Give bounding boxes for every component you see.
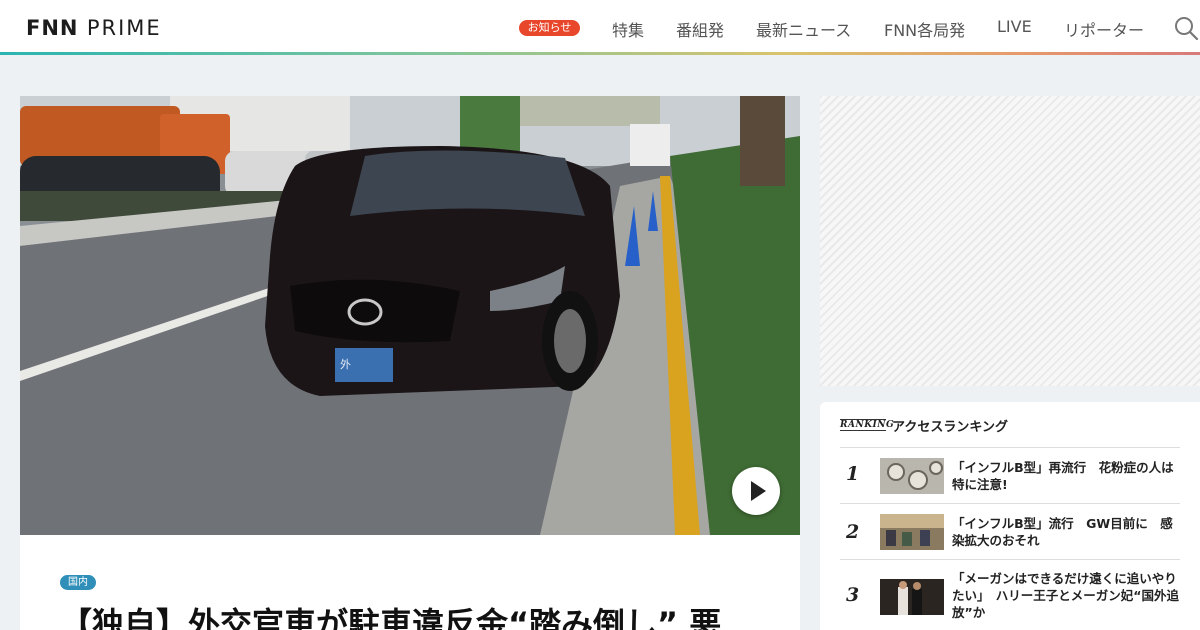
ranking-item[interactable]: 1 「インフルB型」再流行 花粉症の人は特に注意! [840,447,1180,503]
hero-video[interactable]: 外 [20,96,800,535]
ranking-item[interactable]: 3 「メーガンはできるだけ遠くに追いやりたい」 ハリー王子とメーガン妃“国外追放… [840,559,1180,630]
plate-text: 外 [340,358,351,371]
nav-item-bangumi[interactable]: 番組発 [676,17,724,41]
nav-item-latest-news[interactable]: 最新ニュース [756,17,851,41]
ranking-logo: RANKING [840,419,895,431]
ranking-item-title: 「インフルB型」流行 GW目前に 感染拡大のおそれ [952,516,1173,548]
search-icon[interactable] [1174,16,1198,40]
notice-badge[interactable]: お知らせ [519,20,580,36]
ranking-item-title: 「メーガンはできるだけ遠くに追いやりたい」 ハリー王子とメーガン妃“国外追放”か [952,571,1179,620]
category-badge[interactable]: 国内 [60,575,96,590]
logo-main: FNN [26,16,79,40]
ranking-thumbnail [880,579,944,615]
ranking-number: 3 [846,584,860,606]
hero-image: 外 [20,96,800,535]
article-headline[interactable]: 【独自】外交官車が駐車違反金“踏み倒し” 悪 [60,599,721,630]
ranking-thumbnail [880,458,944,494]
header-accent-bar [0,52,1200,55]
nav-item-local-stations[interactable]: FNN各局発 [884,17,965,41]
site-logo[interactable]: FNN PRIME [26,16,162,40]
nav-item-reporters[interactable]: リポーター [1064,17,1144,41]
ranking-title: アクセスランキング [892,420,1008,435]
ranking-panel: RANKING アクセスランキング 1 「インフルB型」再流行 花粉症の人は特に… [820,402,1200,630]
ranking-item[interactable]: 2 「インフルB型」流行 GW目前に 感染拡大のおそれ [840,503,1180,559]
ranking-number: 1 [846,463,860,485]
play-button[interactable] [732,467,780,515]
site-header: FNN PRIME お知らせ 特集 番組発 最新ニュース FNN各局発 LIVE… [0,0,1200,54]
article-card[interactable]: 国内 【独自】外交官車が駐車違反金“踏み倒し” 悪 [20,535,800,630]
ranking-item-title: 「インフルB型」再流行 花粉症の人は特に注意! [952,460,1174,492]
nav-item-tokushu[interactable]: 特集 [612,17,644,41]
ad-slot [820,96,1200,386]
logo-sub: PRIME [86,16,162,40]
ranking-number: 2 [846,521,860,543]
ranking-thumbnail [880,514,944,550]
nav-item-live[interactable]: LIVE [997,17,1032,36]
